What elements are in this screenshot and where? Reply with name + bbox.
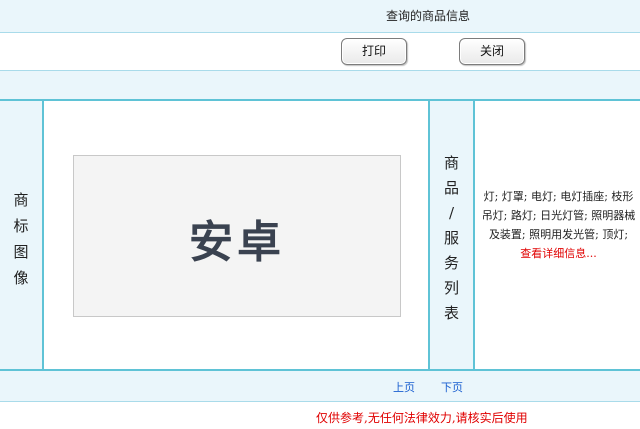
view-details-link[interactable]: 查看详细信息... xyxy=(479,244,638,263)
label-char: 列 xyxy=(443,279,459,297)
label-char: 品 xyxy=(443,179,459,197)
pager: 上页 下页 xyxy=(0,371,640,402)
label-char: 图 xyxy=(13,243,29,261)
trademark-image: 安卓 xyxy=(73,155,401,317)
label-char: 商 xyxy=(443,154,459,172)
goods-services-list: 灯; 灯罩; 电灯; 电灯插座; 枝形吊灯; 路灯; 日光灯管; 照明器械及装置… xyxy=(481,190,636,241)
trademark-image-label-cell: 商 标 图 像 xyxy=(0,101,44,369)
page-title: 查询的商品信息 xyxy=(385,9,470,23)
goods-services-label-cell: 商 品 / 服 务 列 表 xyxy=(428,101,475,369)
label-char: 服 xyxy=(443,229,459,247)
label-char: 表 xyxy=(443,304,459,322)
spacer-bar xyxy=(0,71,640,101)
previous-page-link[interactable]: 上页 xyxy=(393,379,415,395)
disclaimer-text: 仅供参考,无任何法律效力,请核实后使用 xyxy=(316,411,528,425)
goods-services-content: 灯; 灯罩; 电灯; 电灯插座; 枝形吊灯; 路灯; 日光灯管; 照明器械及装置… xyxy=(479,187,638,263)
label-char: 务 xyxy=(443,254,459,272)
trademark-image-cell: 安卓 xyxy=(44,101,428,369)
label-char: 标 xyxy=(13,217,29,235)
next-page-link[interactable]: 下页 xyxy=(441,379,463,395)
trademark-image-label: 商 标 图 像 xyxy=(0,187,42,291)
print-button[interactable]: 打印 xyxy=(341,38,407,65)
footer: 仅供参考,无任何法律效力,请核实后使用 xyxy=(0,402,640,429)
label-char: 商 xyxy=(13,191,29,209)
toolbar: 打印 关闭 xyxy=(0,33,640,71)
title-bar: 查询的商品信息 xyxy=(0,0,640,33)
label-char: / xyxy=(448,204,455,222)
trademark-image-text: 安卓 xyxy=(189,217,285,268)
label-char: 像 xyxy=(13,269,29,287)
close-button[interactable]: 关闭 xyxy=(459,38,525,65)
goods-services-cell: 灯; 灯罩; 电灯; 电灯插座; 枝形吊灯; 路灯; 日光灯管; 照明器械及装置… xyxy=(475,101,640,369)
trademark-info-row: 商 标 图 像 安卓 商 品 / 服 务 列 表 灯; 灯罩; 电灯; 电灯插座… xyxy=(0,101,640,371)
goods-services-label: 商 品 / 服 务 列 表 xyxy=(430,151,473,326)
